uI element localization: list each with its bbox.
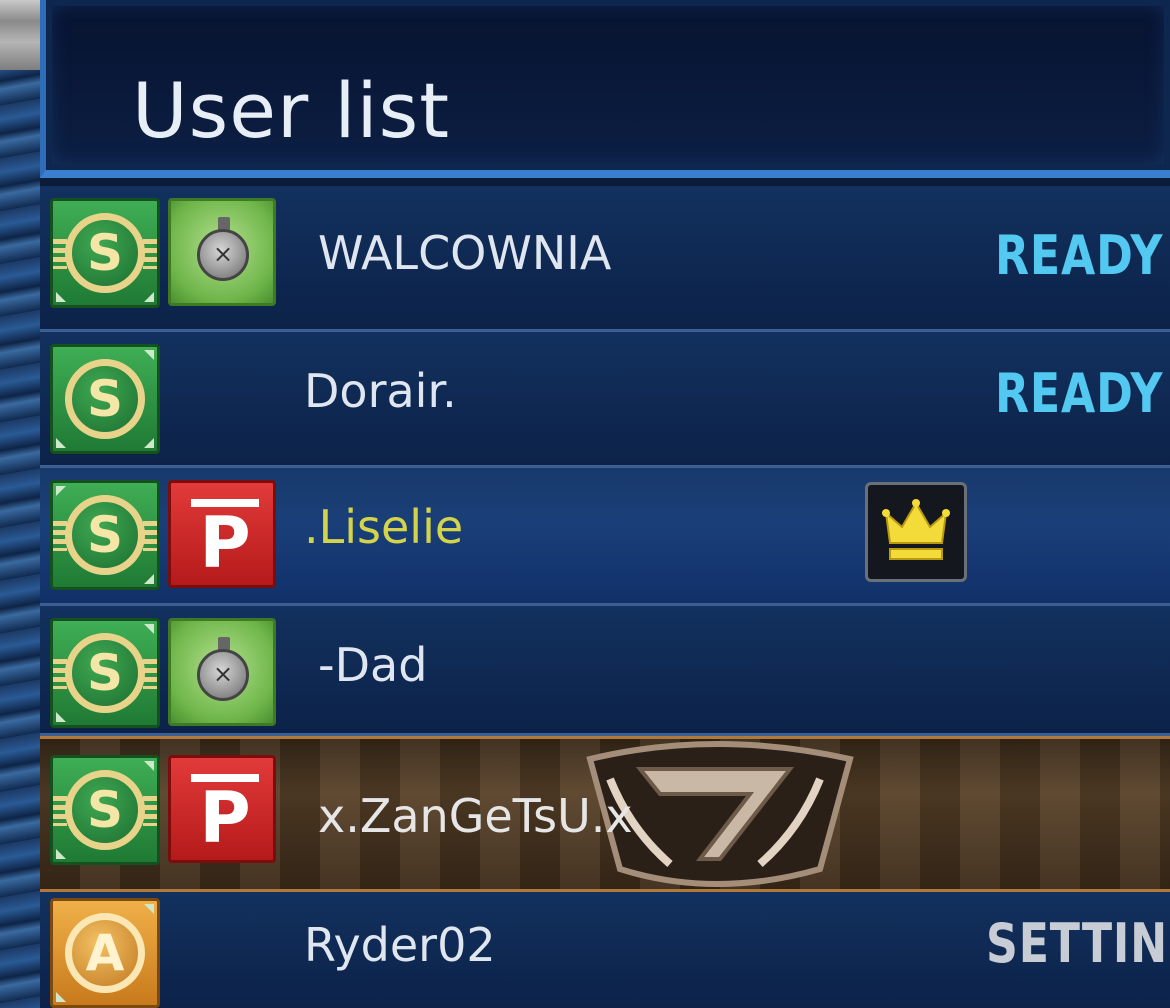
- badge-corner: [56, 712, 66, 722]
- rank-letter: S: [65, 213, 145, 293]
- premium-icon: P: [168, 755, 276, 863]
- background-strip: [0, 0, 40, 1008]
- rank-letter: S: [65, 359, 145, 439]
- rank-letter: S: [65, 495, 145, 575]
- user-name: Dorair.: [304, 364, 457, 418]
- user-name: -Dad: [318, 638, 428, 692]
- user-name: WALCOWNIA: [318, 226, 612, 280]
- rank-s-icon: S: [50, 618, 160, 728]
- badge-corner: [56, 438, 66, 448]
- user-row[interactable]: S P .Liselie: [40, 468, 1170, 606]
- rank-a-icon: A: [50, 898, 160, 1008]
- crown-icon: [865, 482, 967, 582]
- user-row-selected[interactable]: S P x.ZanGeTsU.x: [40, 736, 1170, 892]
- user-row[interactable]: S × WALCOWNIA READY: [40, 186, 1170, 332]
- badge-corner: [56, 992, 66, 1002]
- user-status: SETTING: [986, 912, 1170, 975]
- rank-bars-right: [143, 796, 157, 826]
- user-name: Ryder02: [304, 918, 496, 972]
- user-row[interactable]: S Dorair. READY: [40, 332, 1170, 468]
- badge-corner: [144, 350, 154, 360]
- stopwatch-face: ×: [197, 229, 249, 281]
- user-name: x.ZanGeTsU.x: [318, 789, 633, 843]
- badge-corner: [144, 624, 154, 634]
- rank-s-icon: S: [50, 198, 160, 308]
- badge-corner: [144, 438, 154, 448]
- stopwatch-icon: ×: [168, 618, 276, 726]
- premium-letter: P: [199, 502, 251, 584]
- badge-corner: [144, 574, 154, 584]
- premium-icon: P: [168, 480, 276, 588]
- rank-s-icon: S: [50, 480, 160, 590]
- badge-corner: [144, 904, 154, 914]
- user-status: READY: [995, 362, 1164, 425]
- rank-letter: S: [65, 633, 145, 713]
- stopwatch-icon: ×: [168, 198, 276, 306]
- user-name: .Liselie: [304, 500, 464, 554]
- badge-corner: [144, 761, 154, 771]
- panel-header: User list: [40, 0, 1170, 178]
- premium-letter: P: [199, 777, 251, 859]
- stopwatch-face: ×: [197, 649, 249, 701]
- rank-s-icon: S: [50, 755, 160, 865]
- panel-title: User list: [132, 66, 451, 155]
- badge-corner: [56, 292, 66, 302]
- rank-bars-right: [143, 521, 157, 551]
- user-status: READY: [995, 224, 1164, 287]
- user-list-panel: User list S × WALCOWNIA READY S Dorair. …: [40, 0, 1170, 1008]
- rank-letter: A: [65, 913, 145, 993]
- rank-bars-right: [143, 659, 157, 689]
- user-row[interactable]: S × -Dad: [40, 606, 1170, 736]
- badge-corner: [56, 486, 66, 496]
- user-row[interactable]: A Ryder02 SETTING: [40, 892, 1170, 1008]
- rank-s-icon: S: [50, 344, 160, 454]
- badge-corner: [144, 292, 154, 302]
- rank-bars-right: [143, 239, 157, 269]
- rank-letter: S: [65, 770, 145, 850]
- badge-corner: [56, 849, 66, 859]
